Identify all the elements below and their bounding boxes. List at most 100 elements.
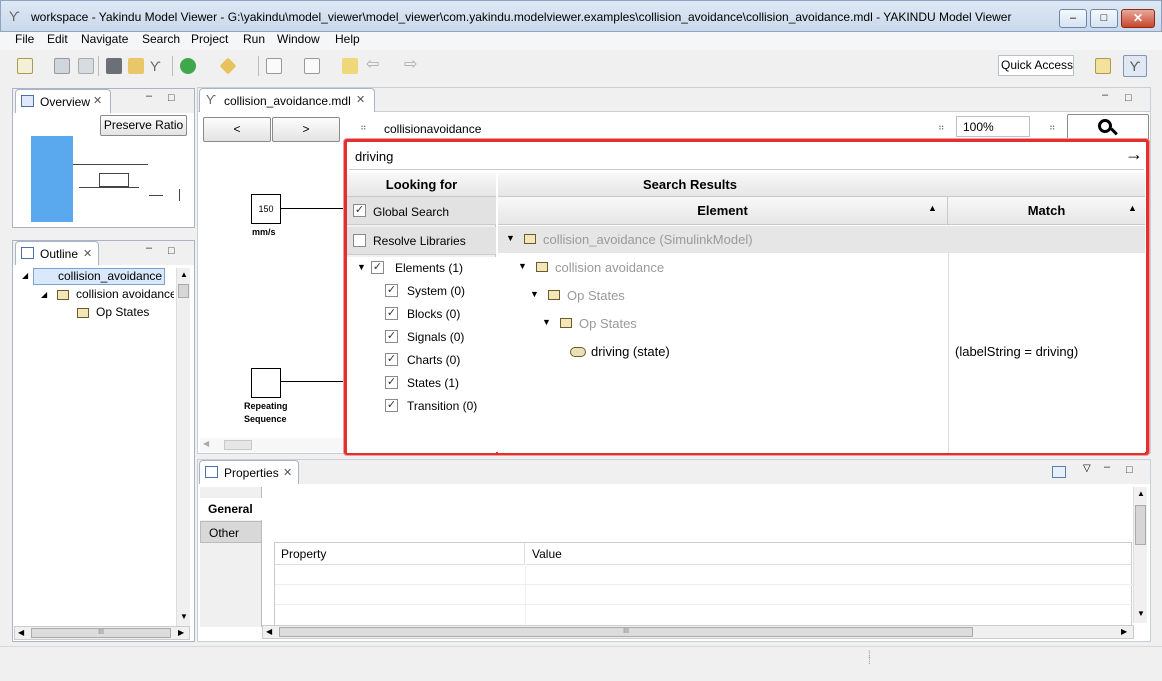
- quick-access-field[interactable]: Quick Access: [998, 55, 1074, 76]
- yakindu-icon[interactable]: Ƴ: [150, 58, 166, 74]
- view-menu-icon[interactable]: ▽: [1083, 463, 1091, 474]
- scroll-thumb[interactable]: [1135, 505, 1146, 545]
- breadcrumb[interactable]: collisionavoidance: [384, 122, 481, 136]
- global-search-label[interactable]: Global Search: [373, 205, 449, 219]
- scroll-down-icon[interactable]: ▼: [1137, 609, 1145, 618]
- scroll-thumb[interactable]: [224, 440, 252, 450]
- result-item[interactable]: Op States: [579, 316, 637, 331]
- maximize-view-icon[interactable]: □: [1126, 464, 1133, 476]
- properties-hscroll[interactable]: ◀ III ▶: [262, 625, 1134, 639]
- collapse-arrow-icon[interactable]: ▼: [357, 262, 366, 272]
- scroll-up-icon[interactable]: ▲: [1137, 489, 1145, 498]
- scroll-thumb[interactable]: III: [279, 627, 973, 637]
- signal-line[interactable]: [281, 381, 345, 382]
- scroll-right-icon[interactable]: ▶: [178, 628, 184, 637]
- tab-other[interactable]: Other: [200, 521, 262, 543]
- filter-label[interactable]: Signals (0): [407, 330, 464, 344]
- preserve-ratio-button[interactable]: Preserve Ratio: [100, 115, 187, 136]
- result-item[interactable]: collision_avoidance (SimulinkModel): [543, 232, 753, 247]
- external-tools-icon[interactable]: [219, 57, 237, 75]
- collapse-arrow-icon[interactable]: ▼: [506, 233, 515, 243]
- last-edit-icon[interactable]: [342, 58, 358, 74]
- collapse-arrow-icon[interactable]: ▼: [542, 317, 551, 327]
- open-perspective-icon[interactable]: [1095, 58, 1111, 74]
- filter-label[interactable]: States (1): [407, 376, 459, 390]
- filter-checkbox[interactable]: ✓: [385, 284, 398, 297]
- back-button[interactable]: <: [203, 117, 271, 142]
- result-item[interactable]: driving (state): [591, 344, 670, 359]
- scroll-left-icon[interactable]: ◀: [203, 439, 209, 448]
- properties-vscroll[interactable]: ▲ ▼: [1133, 487, 1147, 623]
- scroll-left-icon[interactable]: ◀: [266, 627, 272, 636]
- run-icon[interactable]: [180, 58, 196, 74]
- pin-icon[interactable]: [1052, 466, 1066, 478]
- minimize-button[interactable]: –: [1059, 9, 1087, 28]
- sort-icon[interactable]: ▲: [928, 203, 937, 213]
- search-button[interactable]: [1067, 114, 1149, 142]
- maximize-view-icon[interactable]: □: [168, 245, 175, 257]
- overview-minimap[interactable]: [31, 136, 73, 222]
- resolve-libraries-label[interactable]: Resolve Libraries: [373, 234, 466, 248]
- close-editor-icon[interactable]: ✕: [356, 93, 365, 106]
- outline-vscroll[interactable]: ▲ ▼: [176, 268, 190, 626]
- menu-search[interactable]: Search: [142, 32, 180, 46]
- collapse-arrow-icon[interactable]: ◢: [41, 290, 47, 299]
- property-column-header[interactable]: Property: [275, 543, 525, 565]
- value-column-header[interactable]: Value: [526, 543, 1132, 565]
- repeating-sequence-block[interactable]: [251, 368, 281, 398]
- close-overview-icon[interactable]: ✕: [93, 94, 102, 107]
- search-input[interactable]: driving: [349, 144, 1144, 170]
- new-icon[interactable]: [17, 58, 33, 74]
- resolve-libraries-checkbox[interactable]: [353, 234, 366, 247]
- scroll-left-icon[interactable]: ◀: [18, 628, 24, 637]
- save-all-icon[interactable]: [78, 58, 94, 74]
- result-item[interactable]: collision avoidance: [555, 260, 664, 275]
- outline-hscroll[interactable]: ◀ III ▶: [14, 626, 190, 640]
- filter-checkbox[interactable]: ✓: [385, 376, 398, 389]
- minimize-view-icon[interactable]: ‒: [1104, 461, 1110, 473]
- minimize-view-icon[interactable]: ‒: [146, 242, 152, 254]
- next-annotation-icon[interactable]: [266, 58, 282, 74]
- filter-label[interactable]: System (0): [407, 284, 465, 298]
- perspective-icon[interactable]: Ƴ: [1123, 55, 1147, 77]
- filter-label[interactable]: Transition (0): [407, 399, 477, 413]
- close-outline-icon[interactable]: ✕: [83, 247, 92, 260]
- tab-editor[interactable]: Ƴ collision_avoidance.mdl: [199, 88, 375, 112]
- menu-window[interactable]: Window: [277, 32, 320, 46]
- minimize-view-icon[interactable]: ‒: [1102, 89, 1108, 101]
- scroll-up-icon[interactable]: ▲: [180, 270, 188, 279]
- element-column-header[interactable]: Element: [498, 197, 948, 225]
- menu-run[interactable]: Run: [243, 32, 265, 46]
- maximize-view-icon[interactable]: □: [168, 92, 175, 104]
- scroll-down-icon[interactable]: ▼: [180, 612, 188, 621]
- menu-help[interactable]: Help: [335, 32, 360, 46]
- result-item[interactable]: Op States: [567, 288, 625, 303]
- scroll-thumb[interactable]: [178, 284, 189, 298]
- filter-label[interactable]: Elements (1): [395, 261, 463, 275]
- maximize-view-icon[interactable]: □: [1125, 92, 1132, 104]
- menu-project[interactable]: Project: [191, 32, 228, 46]
- constant-block[interactable]: 150: [251, 194, 281, 224]
- book-icon[interactable]: [106, 58, 122, 74]
- menu-edit[interactable]: Edit: [47, 32, 68, 46]
- forward-button[interactable]: >: [272, 117, 340, 142]
- filter-checkbox[interactable]: ✓: [385, 330, 398, 343]
- signal-line[interactable]: [281, 208, 345, 209]
- tab-general[interactable]: General: [200, 498, 262, 520]
- outline-item[interactable]: Op States: [96, 305, 149, 319]
- maximize-button[interactable]: □: [1090, 9, 1118, 28]
- outline-item[interactable]: collision avoidance: [76, 287, 174, 301]
- editor-hscroll[interactable]: ◀: [200, 438, 345, 452]
- menu-navigate[interactable]: Navigate: [81, 32, 128, 46]
- filter-checkbox[interactable]: ✓: [385, 399, 398, 412]
- filter-checkbox[interactable]: ✓: [385, 353, 398, 366]
- go-arrow-icon[interactable]: →: [1125, 144, 1143, 165]
- collapse-arrow-icon[interactable]: ◢: [22, 271, 28, 280]
- back-nav-icon[interactable]: ⇦: [366, 57, 382, 74]
- close-button[interactable]: ✕: [1121, 9, 1155, 28]
- zoom-field[interactable]: 100%: [956, 116, 1030, 137]
- scroll-right-icon[interactable]: ▶: [1121, 627, 1127, 636]
- collapse-arrow-icon[interactable]: ▼: [518, 261, 527, 271]
- filter-label[interactable]: Blocks (0): [407, 307, 460, 321]
- open-type-icon[interactable]: [128, 58, 144, 74]
